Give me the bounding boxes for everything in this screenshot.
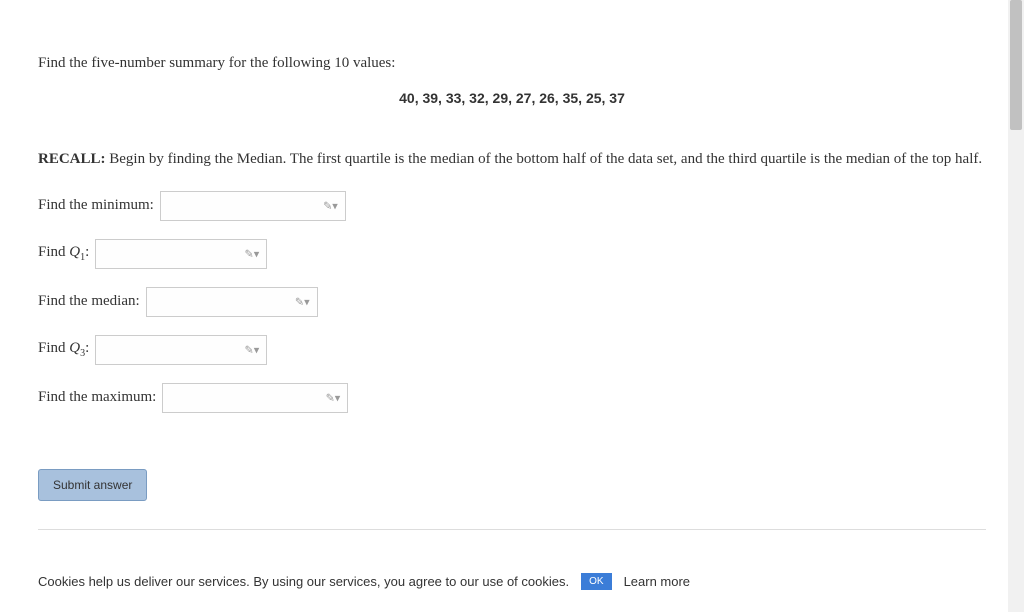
scrollbar-thumb[interactable] — [1010, 0, 1022, 130]
input-wrapper-median: ✎▾ — [146, 287, 318, 317]
label-q3: Find Q3: — [38, 340, 89, 359]
cookie-learn-more-link[interactable]: Learn more — [624, 574, 690, 589]
row-q1: Find Q1: ✎▾ — [38, 239, 986, 269]
recall-label: RECALL: — [38, 151, 106, 167]
row-q3: Find Q3: ✎▾ — [38, 335, 986, 365]
question-content: Find the five-number summary for the fol… — [0, 0, 1024, 530]
label-median: Find the median: — [38, 293, 140, 310]
cookie-text: Cookies help us deliver our services. By… — [38, 574, 569, 589]
scrollbar[interactable] — [1008, 0, 1024, 612]
input-wrapper-maximum: ✎▾ — [162, 383, 348, 413]
row-minimum: Find the minimum: ✎▾ — [38, 191, 986, 221]
input-maximum[interactable] — [162, 383, 348, 413]
data-values: 40, 39, 33, 32, 29, 27, 26, 35, 25, 37 — [38, 90, 986, 106]
row-median: Find the median: ✎▾ — [38, 287, 986, 317]
recall-paragraph: RECALL: Begin by finding the Median. The… — [38, 148, 986, 171]
label-minimum: Find the minimum: — [38, 197, 154, 214]
input-wrapper-q1: ✎▾ — [95, 239, 267, 269]
row-maximum: Find the maximum: ✎▾ — [38, 383, 986, 413]
label-q1: Find Q1: — [38, 244, 89, 263]
cookie-bar: Cookies help us deliver our services. By… — [38, 573, 986, 590]
submit-button[interactable]: Submit answer — [38, 469, 147, 501]
input-wrapper-minimum: ✎▾ — [160, 191, 346, 221]
question-intro: Find the five-number summary for the fol… — [38, 55, 986, 72]
input-q3[interactable] — [95, 335, 267, 365]
recall-text: Begin by finding the Median. The first q… — [106, 151, 983, 167]
input-minimum[interactable] — [160, 191, 346, 221]
divider — [38, 529, 986, 530]
input-q1[interactable] — [95, 239, 267, 269]
label-maximum: Find the maximum: — [38, 389, 156, 406]
cookie-ok-button[interactable]: OK — [581, 573, 611, 590]
input-wrapper-q3: ✎▾ — [95, 335, 267, 365]
input-median[interactable] — [146, 287, 318, 317]
